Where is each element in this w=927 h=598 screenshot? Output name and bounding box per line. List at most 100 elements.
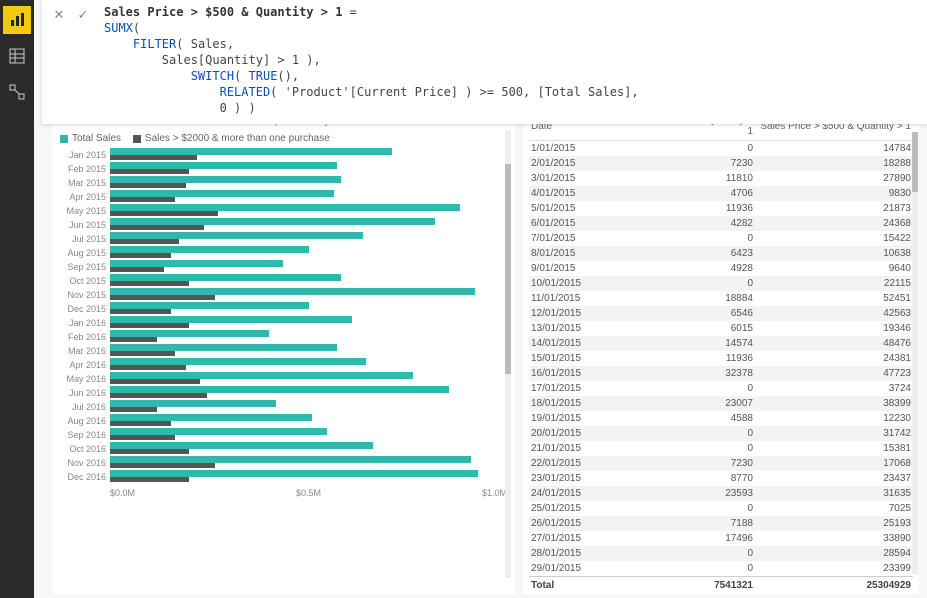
chart-scroll-thumb[interactable] (505, 164, 511, 374)
table-cell: 0 (597, 546, 755, 561)
table-cell: 4588 (597, 411, 755, 426)
formula-bar: ✕ ✓ Sales Price > $500 & Quantity > 1 = … (42, 0, 927, 124)
table-cell: 42563 (755, 306, 913, 321)
table-scrollbar[interactable] (912, 132, 918, 574)
table-row[interactable]: 5/01/20151193621873 (529, 201, 913, 216)
bar-group (110, 148, 507, 162)
table-cell: 0 (597, 231, 755, 246)
table-cell: 15381 (755, 441, 913, 456)
table-cell: 7230 (597, 456, 755, 471)
table-row[interactable]: 14/01/20151457448476 (529, 336, 913, 351)
table-cell: 28594 (755, 546, 913, 561)
table-cell: 9830 (755, 186, 913, 201)
x-axis-tick: $0.5M (296, 488, 321, 498)
table-row[interactable]: 22/01/2015723017068 (529, 456, 913, 471)
table-row[interactable]: 7/01/2015015422 (529, 231, 913, 246)
model-view-icon[interactable] (3, 78, 31, 106)
table-cell: 22115 (755, 276, 913, 291)
table-row[interactable]: 18/01/20152300738399 (529, 396, 913, 411)
bar-group (110, 456, 507, 470)
bar-group (110, 330, 507, 344)
x-axis-labels: $0.0M$0.5M$1.0M (60, 484, 507, 498)
table-row[interactable]: 4/01/201547069830 (529, 186, 913, 201)
bar-group (110, 190, 507, 204)
table-cell: 27/01/2015 (529, 531, 597, 546)
table-cell: 28/01/2015 (529, 546, 597, 561)
y-axis-label: Nov 2015 (60, 290, 106, 300)
table-row[interactable]: 1/01/2015014784 (529, 141, 913, 157)
chart-scrollbar[interactable] (505, 130, 511, 578)
table-cell: 11/01/2015 (529, 291, 597, 306)
table-row[interactable]: 13/01/2015601519346 (529, 321, 913, 336)
data-table: DateSales Price > $2000 & Quantity > 1Sa… (529, 112, 913, 593)
table-cell: 23/01/2015 (529, 471, 597, 486)
x-axis-tick: $0.0M (110, 488, 135, 498)
table-row[interactable]: 3/01/20151181027890 (529, 171, 913, 186)
table-cell: 0 (597, 426, 755, 441)
data-view-icon[interactable] (3, 42, 31, 70)
y-axis-label: Dec 2015 (60, 304, 106, 314)
legend-item: Total Sales (60, 133, 121, 144)
formula-editor[interactable]: Sales Price > $500 & Quantity > 1 = SUMX… (100, 0, 927, 124)
visuals-area: Total Sales and Sales > $2000 & more tha… (52, 110, 919, 594)
y-axis-label: Nov 2016 (60, 458, 106, 468)
table-cell: 11936 (597, 351, 755, 366)
table-row[interactable]: 27/01/20151749633890 (529, 531, 913, 546)
report-view-icon[interactable] (3, 6, 31, 34)
table-row[interactable]: 8/01/2015642310638 (529, 246, 913, 261)
y-axis-label: Feb 2016 (60, 332, 106, 342)
y-axis-label: May 2016 (60, 374, 106, 384)
table-cell: 4/01/2015 (529, 186, 597, 201)
table-row[interactable]: 25/01/201507025 (529, 501, 913, 516)
table-row[interactable]: 20/01/2015031742 (529, 426, 913, 441)
table-cell: 0 (597, 441, 755, 456)
table-cell: 15422 (755, 231, 913, 246)
table-row[interactable]: 26/01/2015718825193 (529, 516, 913, 531)
table-cell: 0 (597, 501, 755, 516)
total-cell: 7541321 (597, 577, 755, 594)
table-cell: 4282 (597, 216, 755, 231)
cancel-formula-icon[interactable]: ✕ (50, 6, 68, 24)
table-row[interactable]: 23/01/2015877023437 (529, 471, 913, 486)
table-row[interactable]: 2/01/2015723018288 (529, 156, 913, 171)
table-cell: 18884 (597, 291, 755, 306)
table-row[interactable]: 16/01/20153237847723 (529, 366, 913, 381)
table-cell: 11810 (597, 171, 755, 186)
table-row[interactable]: 21/01/2015015381 (529, 441, 913, 456)
bar-chart-visual[interactable]: Total Sales and Sales > $2000 & more tha… (52, 110, 515, 594)
table-visual[interactable]: ⛶ ⋯ DateSales Price > $2000 & Quantity >… (523, 110, 919, 594)
bar-group (110, 344, 507, 358)
table-cell: 47723 (755, 366, 913, 381)
formula-buttons: ✕ ✓ (42, 0, 100, 30)
table-row[interactable]: 12/01/2015654642563 (529, 306, 913, 321)
table-scroll-thumb[interactable] (912, 132, 918, 192)
y-axis-label: Aug 2016 (60, 416, 106, 426)
table-row[interactable]: 11/01/20151888452451 (529, 291, 913, 306)
table-row[interactable]: 10/01/2015022115 (529, 276, 913, 291)
commit-formula-icon[interactable]: ✓ (74, 6, 92, 24)
table-row[interactable]: 15/01/20151193624381 (529, 351, 913, 366)
bars-area (110, 148, 507, 484)
table-cell: 21873 (755, 201, 913, 216)
table-row[interactable]: 24/01/20152359331635 (529, 486, 913, 501)
table-cell: 12230 (755, 411, 913, 426)
table-cell: 25/01/2015 (529, 501, 597, 516)
y-axis-label: Sep 2016 (60, 430, 106, 440)
table-cell: 8/01/2015 (529, 246, 597, 261)
table-cell: 6423 (597, 246, 755, 261)
table-cell: 17496 (597, 531, 755, 546)
y-axis-label: Feb 2015 (60, 164, 106, 174)
y-axis-label: Mar 2015 (60, 178, 106, 188)
table-cell: 6/01/2015 (529, 216, 597, 231)
table-row[interactable]: 6/01/2015428224368 (529, 216, 913, 231)
table-cell: 6546 (597, 306, 755, 321)
table-row[interactable]: 19/01/2015458812230 (529, 411, 913, 426)
table-row[interactable]: 28/01/2015028594 (529, 546, 913, 561)
table-cell: 3/01/2015 (529, 171, 597, 186)
table-row[interactable]: 29/01/2015023399 (529, 561, 913, 577)
table-cell: 7025 (755, 501, 913, 516)
table-row[interactable]: 9/01/201549289640 (529, 261, 913, 276)
y-axis-label: Aug 2015 (60, 248, 106, 258)
y-axis-label: Jun 2016 (60, 388, 106, 398)
table-row[interactable]: 17/01/201503724 (529, 381, 913, 396)
